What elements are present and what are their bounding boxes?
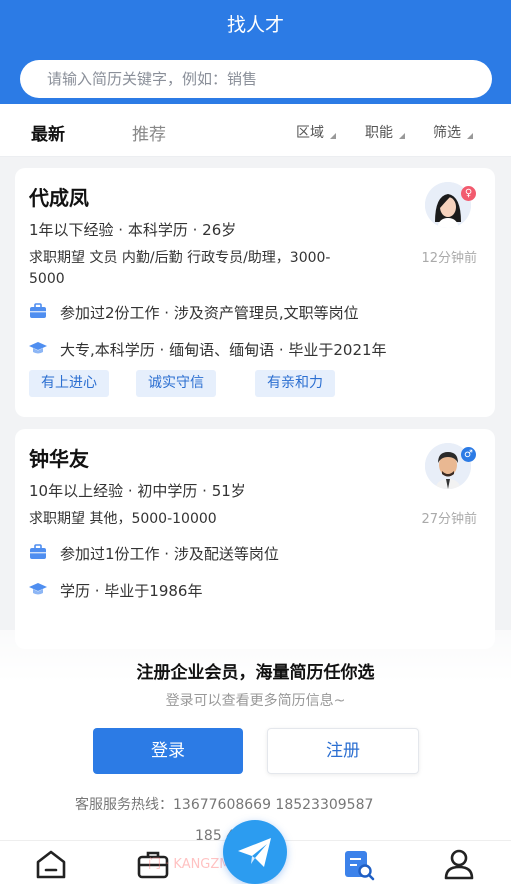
login-button[interactable]: 登录 [93,728,243,774]
job-expectation: 求职期望 其他，5000-10000 [29,511,217,527]
work-history-text: 参加过1份工作 · 涉及配送等岗位 [60,545,279,563]
male-gender-icon: ♂ [461,447,476,462]
graduation-cap-icon [29,583,47,595]
dropdown-triangle-icon [330,133,336,139]
graduation-cap-icon [29,342,47,354]
search-input[interactable]: 请输入简历关键字，例如：销售 [20,60,492,98]
register-button[interactable]: 注册 [267,728,419,774]
education-text: 大专,本科学历 · 缅甸语、缅甸语 · 毕业于2021年 [60,341,387,359]
dropdown-triangle-icon [399,133,405,139]
briefcase-icon [30,303,46,318]
candidate-meta: 10年以上经验 · 初中学历 · 51岁 [29,482,246,500]
resume-search-icon[interactable] [341,847,375,881]
register-promo: 注册企业会员，海量简历任你选 登录可以查看更多简历信息~ 登录 注册 客服服务热… [0,630,511,844]
filter-region[interactable]: 区域 [296,122,336,142]
post-time: 27分钟前 [421,512,477,527]
promo-subtitle: 登录可以查看更多简历信息~ [165,693,346,709]
hotline-text: 客服服务热线：13677608669 18523309587 [75,797,374,813]
job-expectation: 求职期望 文员 内勤/后勤 行政专员/助理，3000-5000 [29,250,331,287]
candidate-name: 钟华友 [29,447,89,471]
promo-title: 注册企业会员，海量简历任你选 [136,663,375,683]
candidate-name: 代成凤 [29,186,89,210]
work-history-text: 参加过2份工作 · 涉及资产管理员,文职等岗位 [60,304,359,322]
tag: 诚实守信 [136,370,216,397]
dropdown-triangle-icon [467,133,473,139]
filter-region-label: 区域 [296,125,324,141]
gender-symbol: ♀ [464,188,473,199]
filter-more-label: 筛选 [433,125,461,141]
filter-function[interactable]: 职能 [365,122,405,142]
tag: 有亲和力 [255,370,335,397]
candidate-meta: 1年以下经验 · 本科学历 · 26岁 [29,221,237,239]
candidate-card[interactable]: 代成凤 1年以下经验 · 本科学历 · 26岁 求职期望 文员 内勤/后勤 行政… [15,168,495,417]
filter-function-label: 职能 [365,125,393,141]
tab-latest[interactable]: 最新 [31,120,65,145]
send-icon [238,838,271,867]
gender-symbol: ♂ [464,449,473,460]
education-text: 学历 · 毕业于1986年 [60,582,203,600]
post-time: 12分钟前 [421,251,477,266]
tab-bar: 最新 推荐 区域 职能 筛选 [0,104,511,157]
app-header: 找人才 请输入简历关键字，例如：销售 [0,0,511,104]
user-icon[interactable] [442,847,476,881]
filter-more[interactable]: 筛选 [433,122,473,142]
briefcase-icon [30,544,46,559]
tab-recommended[interactable]: 推荐 [132,120,166,145]
candidate-card[interactable]: 钟华友 10年以上经验 · 初中学历 · 51岁 求职期望 其他，5000-10… [15,429,495,649]
home-icon[interactable] [34,847,68,881]
publish-fab[interactable] [223,820,287,884]
tag: 有上进心 [29,370,109,397]
page-title: 找人才 [226,14,284,36]
female-gender-icon: ♀ [461,186,476,201]
